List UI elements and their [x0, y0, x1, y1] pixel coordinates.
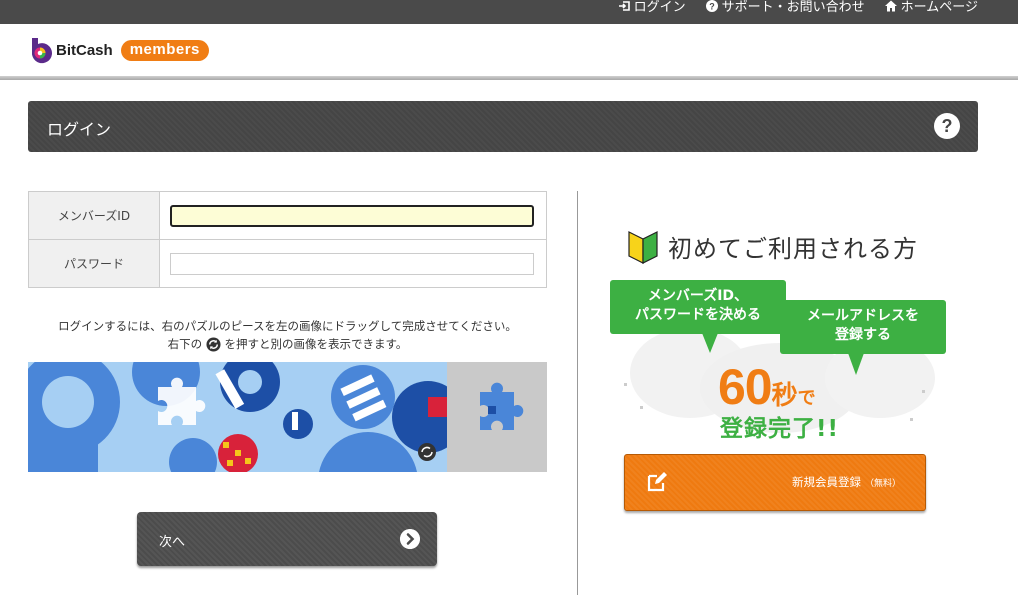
top-link-login[interactable]: ログイン [618, 0, 686, 15]
captcha-instruction-line2-after: を押すと別の画像を表示できます。 [224, 337, 408, 351]
promo-bubble-tail [848, 353, 864, 375]
puzzle-image [28, 362, 547, 472]
top-link-home-label: ホームページ [900, 0, 978, 15]
password-label: パスワード [28, 239, 160, 288]
promo-bubble-tail [702, 333, 718, 353]
brand-name: BitCash [56, 41, 113, 59]
top-bar: ログイン ? サポート・お問い合わせ ホームページ [0, 0, 1018, 24]
new-user-heading: 初めてご利用される方 [626, 228, 918, 264]
login-title-bar: ログイン ? [28, 101, 978, 152]
puzzle-captcha [28, 362, 547, 472]
promo-60-seconds: 60秒で [718, 358, 816, 416]
bitcash-logo-icon [31, 38, 52, 64]
help-button[interactable]: ? [934, 113, 960, 139]
column-divider [577, 191, 578, 595]
svg-text:?: ? [709, 1, 715, 11]
edit-icon [647, 472, 667, 492]
captcha-instructions: ログインするには、右のパズルのピースを左の画像にドラッグして完成させてください。… [28, 317, 547, 353]
chevron-right-icon [400, 529, 420, 549]
password-row: パスワード [28, 239, 547, 288]
member-id-label: メンバーズID [28, 191, 160, 240]
top-link-login-label: ログイン [633, 0, 686, 15]
home-icon [884, 0, 897, 11]
bitcash-logo[interactable]: BitCash members [28, 36, 209, 64]
promo-unit: 秒 [771, 380, 798, 410]
beginner-mark-icon [628, 231, 658, 264]
captcha-instruction-line1: ログインするには、右のパズルのピースを左の画像にドラッグして完成させてください。 [58, 319, 517, 333]
question-icon: ? [941, 116, 953, 136]
registration-promo: メンバーズID、 パスワードを決める メールアドレスを 登録する 60秒で 登録… [610, 278, 950, 442]
header-divider [0, 76, 1018, 80]
member-id-input[interactable] [170, 204, 534, 227]
top-link-support-label: サポート・お問い合わせ [721, 0, 865, 15]
new-user-title: 初めてご利用される方 [668, 234, 918, 263]
password-input[interactable] [170, 252, 534, 275]
captcha-instruction-line2-before: 右下の [167, 337, 203, 351]
captcha-instruction-line2: 右下の を押すと別の画像を表示できます。 [28, 335, 547, 353]
new-registration-free: （無料） [865, 479, 902, 489]
promo-bubble-set-id: メンバーズID、 パスワードを決める [610, 280, 786, 334]
login-form: メンバーズID パスワード [28, 191, 547, 288]
refresh-icon [206, 337, 221, 352]
help-circle-icon: ? [705, 0, 718, 12]
promo-suffix: で [797, 388, 816, 408]
top-link-home[interactable]: ホームページ [884, 0, 978, 15]
promo-complete-text: 登録完了!! [720, 416, 839, 442]
new-registration-text: 新規会員登録 [792, 475, 861, 489]
page-title: ログイン [47, 120, 112, 139]
member-id-cell [159, 191, 547, 240]
password-cell [159, 239, 547, 288]
member-id-row: メンバーズID [28, 191, 547, 240]
top-link-support[interactable]: ? サポート・お問い合わせ [705, 0, 865, 15]
new-registration-label: 新規会員登録 （無料） [792, 474, 901, 490]
next-button-label: 次へ [159, 535, 186, 550]
promo-number: 60 [718, 359, 773, 415]
new-registration-button[interactable]: 新規会員登録 （無料） [624, 454, 926, 511]
promo-bubble-register-email-text: メールアドレスを 登録する [807, 308, 919, 343]
next-button[interactable]: 次へ [137, 512, 437, 566]
login-icon [618, 0, 630, 11]
promo-bubble-register-email: メールアドレスを 登録する [780, 300, 946, 354]
members-badge: members [120, 39, 209, 61]
promo-bubble-set-id-text: メンバーズID、 パスワードを決める [635, 288, 761, 323]
top-links: ログイン ? サポート・お問い合わせ ホームページ [618, 0, 978, 15]
